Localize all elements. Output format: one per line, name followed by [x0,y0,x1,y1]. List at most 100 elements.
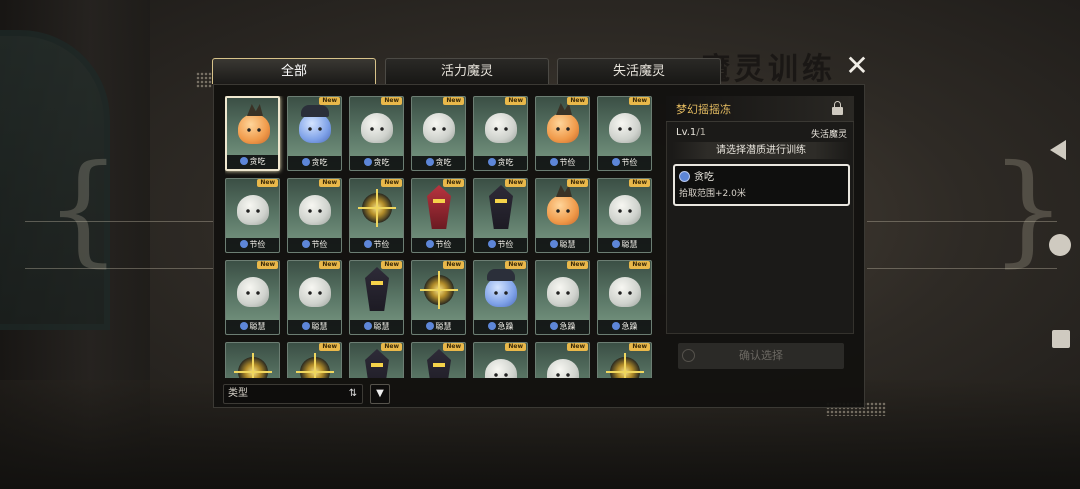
spirit-card[interactable]: New 节俭 [535,96,590,171]
spirit-card[interactable]: New 聪慧 [225,260,280,335]
slime-creature-icon [609,277,641,307]
spirit-card[interactable] [225,342,280,378]
trait-label-text: 急躁 [621,322,638,331]
trait-icon [239,157,248,165]
knight-creature-icon [489,185,513,229]
trait-label-text: 贪吃 [435,158,452,167]
trait-icon [239,240,248,248]
trait-icon [425,158,434,166]
spirit-card[interactable]: New 节俭 [287,178,342,253]
spirit-portrait [288,179,341,240]
spirit-card[interactable]: New 贪吃 [411,96,466,171]
new-badge: New [629,97,650,105]
trait-description: 拾取范围+2.0米 [679,189,746,199]
spirit-card[interactable]: New 急躁 [535,260,590,335]
spirit-portrait [350,97,403,158]
new-badge: New [381,343,402,351]
sort-icon[interactable]: ⇅ [344,384,362,404]
spirit-card[interactable]: New 聪慧 [597,178,652,253]
trait-icon [549,240,558,248]
orb-creature-icon [358,189,396,227]
trait-icon [611,158,620,166]
spirit-card[interactable]: New 急躁 [473,260,528,335]
trait-icon [487,322,496,330]
spirit-card[interactable]: New 贪吃 [287,96,342,171]
slime-creature-icon [485,113,517,143]
trait-label: 聪慧 [226,320,279,334]
spirit-portrait [288,97,341,158]
new-badge: New [381,179,402,187]
spirit-portrait [598,179,651,240]
new-badge: New [567,97,588,105]
type-filter-dropdown[interactable]: 类型 [223,384,363,404]
spirit-portrait [350,179,403,240]
close-icon[interactable]: ✕ [843,52,871,80]
trait-icon [363,240,372,248]
trait-label-text: 节俭 [621,158,638,167]
tab-inactive-spirits[interactable]: 失活魔灵 [557,58,721,84]
spirit-portrait [226,179,279,240]
spirit-card[interactable]: New [411,342,466,378]
trait-label-text: 急躁 [559,322,576,331]
spirit-card[interactable]: New 节俭 [411,178,466,253]
spirit-card[interactable]: New 贪吃 [473,96,528,171]
new-badge: New [629,343,650,351]
new-badge: New [505,97,526,105]
trait-label-text: 节俭 [373,240,390,249]
spirit-card[interactable]: New 节俭 [349,178,404,253]
spirit-card[interactable]: New 节俭 [473,178,528,253]
trait-icon [363,322,372,330]
nav-back-icon[interactable] [1050,140,1066,160]
deco-dots [196,72,212,88]
deco-brace-left: { [45,140,122,279]
trait-label: 聪慧 [598,238,651,252]
lock-icon[interactable] [832,101,843,115]
new-badge: New [505,343,526,351]
tab-all[interactable]: 全部 [212,58,376,84]
trait-label: 节俭 [598,156,651,170]
spirit-card[interactable]: New 贪吃 [349,96,404,171]
trait-label: 贪吃 [227,155,278,169]
confirm-button[interactable]: 确认选择 [678,343,844,369]
spirit-level: Lv.1/1 [676,127,706,138]
spirit-card[interactable]: New 聪慧 [411,260,466,335]
trait-icon [549,322,558,330]
spirit-portrait [412,261,465,322]
filter-icon[interactable]: ▼ [370,384,390,404]
spirit-card[interactable]: New [349,342,404,378]
trait-label-text: 聪慧 [311,322,328,331]
hat-icon [301,105,329,117]
spirit-portrait [474,179,527,240]
level-max: /1 [696,127,706,138]
lock-body [832,107,843,115]
spirit-card[interactable]: New [287,342,342,378]
new-badge: New [443,97,464,105]
trait-label-text: 贪吃 [373,158,390,167]
trait-label-text: 急躁 [497,322,514,331]
spirit-card[interactable]: New 节俭 [225,178,280,253]
trait-label: 贪吃 [350,156,403,170]
nav-recent-apps-icon[interactable] [1052,330,1070,348]
trait-label: 节俭 [536,156,589,170]
nav-home-icon[interactable] [1049,234,1071,256]
spirit-card[interactable]: New [597,342,652,378]
slime-creature-icon [361,113,393,143]
spirit-card[interactable]: New 节俭 [597,96,652,171]
spirit-grid[interactable]: 贪吃 New 贪吃 New 贪吃 New 贪吃 New 贪吃 New 节俭 New 节俭 New 节俭 New… [225,96,659,378]
knight-creature-icon [427,349,451,378]
spirit-card[interactable]: New [473,342,528,378]
spirit-card[interactable]: New [535,342,590,378]
new-badge: New [257,179,278,187]
trait-icon [301,158,310,166]
level-value: Lv.1 [676,127,697,138]
knight-creature-icon [365,349,389,378]
spirit-card[interactable]: New 聪慧 [349,260,404,335]
slime-creature-icon [485,277,517,307]
trait-label-text: 贪吃 [497,158,514,167]
tab-active-spirits[interactable]: 活力魔灵 [385,58,549,84]
crest-icon [247,104,263,116]
spirit-card[interactable]: New 聪慧 [535,178,590,253]
spirit-card[interactable]: New 聪慧 [287,260,342,335]
spirit-card[interactable]: 贪吃 [225,96,280,171]
spirit-card[interactable]: New 急躁 [597,260,652,335]
